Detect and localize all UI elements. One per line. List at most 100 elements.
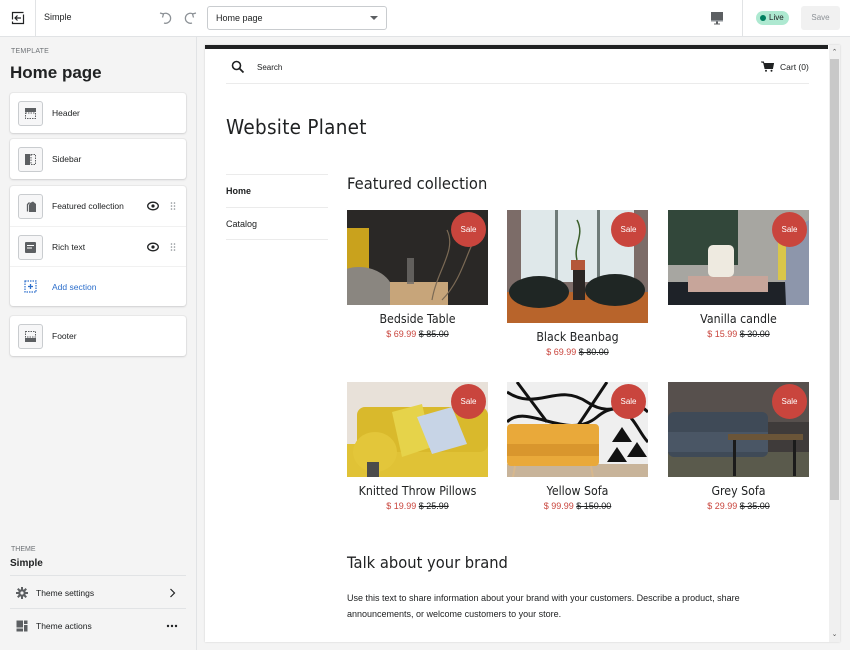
visibility-eye-icon[interactable] bbox=[147, 201, 159, 211]
product-name[interactable]: Vanilla candle bbox=[674, 312, 804, 326]
product-name[interactable]: Grey Sofa bbox=[674, 484, 804, 498]
product-image[interactable]: Sale bbox=[507, 382, 648, 477]
product-card[interactable]: Sale Vanilla candle $ 15.99 $ 30.00 bbox=[668, 210, 809, 339]
nav-link-catalog[interactable]: Catalog bbox=[226, 207, 328, 240]
live-status-label: Live bbox=[769, 13, 784, 22]
section-card-sidebar[interactable]: Sidebar bbox=[10, 139, 186, 179]
sale-price: $ 29.99 bbox=[707, 501, 738, 511]
preview-scrollbar[interactable]: ⌃ ⌄ bbox=[829, 45, 840, 642]
product-card[interactable]: Sale Knitted Throw Pillows $ 19.99 $ 25.… bbox=[347, 382, 488, 511]
sale-badge: Sale bbox=[451, 384, 486, 419]
header-icon bbox=[18, 101, 43, 126]
page-select-value: Home page bbox=[216, 13, 263, 23]
sections-panel: TEMPLATE Home page Header Sidebar Featur… bbox=[0, 37, 197, 650]
product-card[interactable]: Sale Bedside Table $ 69.99 $ 85.00 bbox=[347, 210, 488, 339]
product-prices: $ 15.99 $ 30.00 bbox=[668, 329, 809, 339]
drag-handle-icon[interactable] bbox=[170, 242, 176, 252]
text-block-icon bbox=[18, 235, 43, 260]
product-image[interactable]: Sale bbox=[668, 382, 809, 477]
cart-icon[interactable] bbox=[761, 61, 774, 72]
section-item-footer[interactable]: Footer bbox=[10, 316, 186, 356]
rich-text-body: Use this text to share information about… bbox=[347, 593, 740, 619]
product-prices: $ 99.99 $ 150.00 bbox=[507, 501, 648, 511]
exit-icon bbox=[11, 11, 24, 25]
undo-icon[interactable] bbox=[158, 10, 174, 26]
sale-badge: Sale bbox=[611, 212, 646, 247]
product-image[interactable]: Sale bbox=[507, 210, 648, 323]
add-section-icon bbox=[24, 280, 37, 293]
section-label: Footer bbox=[52, 331, 77, 341]
search-icon[interactable] bbox=[231, 60, 245, 74]
product-prices: $ 69.99 $ 85.00 bbox=[347, 329, 488, 339]
theme-name: Simple bbox=[44, 12, 72, 22]
product-card[interactable]: Sale Black Beanbag $ 69.99 $ 80.00 bbox=[507, 210, 648, 357]
theme-settings-button[interactable]: Theme settings bbox=[10, 577, 186, 609]
theme-name-heading: Simple bbox=[10, 558, 43, 569]
theme-label: THEME bbox=[11, 546, 36, 553]
section-card-header[interactable]: Header bbox=[10, 93, 186, 133]
sale-price: $ 99.99 bbox=[543, 501, 574, 511]
gear-icon bbox=[16, 587, 28, 599]
product-image[interactable]: Sale bbox=[347, 210, 488, 305]
product-prices: $ 69.99 $ 80.00 bbox=[507, 347, 648, 357]
theme-settings-label: Theme settings bbox=[36, 588, 95, 598]
save-button[interactable]: Save bbox=[801, 6, 840, 30]
compare-price: $ 150.00 bbox=[576, 501, 612, 511]
more-horizontal-icon[interactable] bbox=[166, 620, 178, 632]
template-label: TEMPLATE bbox=[11, 48, 50, 55]
header-divider bbox=[226, 83, 809, 84]
product-image[interactable]: Sale bbox=[347, 382, 488, 477]
product-name[interactable]: Knitted Throw Pillows bbox=[353, 484, 483, 498]
product-name[interactable]: Black Beanbag bbox=[513, 330, 643, 344]
section-label: Rich text bbox=[52, 241, 86, 252]
page-select[interactable]: Home page bbox=[207, 6, 387, 30]
visibility-eye-icon[interactable] bbox=[147, 242, 159, 252]
exit-button[interactable] bbox=[0, 0, 36, 36]
compare-price: $ 85.00 bbox=[418, 329, 449, 339]
compare-price: $ 35.00 bbox=[739, 501, 770, 511]
section-item-rich-text[interactable]: Rich text bbox=[10, 226, 186, 266]
desktop-preview-icon[interactable] bbox=[710, 11, 724, 25]
scroll-down-icon[interactable]: ⌄ bbox=[829, 630, 840, 640]
divider bbox=[10, 608, 186, 609]
section-item-header[interactable]: Header bbox=[10, 93, 186, 133]
theme-actions-label: Theme actions bbox=[36, 621, 92, 631]
tag-icon bbox=[18, 194, 43, 219]
product-name[interactable]: Bedside Table bbox=[353, 312, 483, 326]
product-card[interactable]: Sale Grey Sofa $ 29.99 $ 35.00 bbox=[668, 382, 809, 511]
cart-link[interactable]: Cart (0) bbox=[780, 62, 809, 72]
product-name[interactable]: Yellow Sofa bbox=[513, 484, 643, 498]
nav-link-home[interactable]: Home bbox=[226, 174, 328, 207]
featured-collection-title: Featured collection bbox=[347, 174, 488, 193]
store-logo-title[interactable]: Website Planet bbox=[226, 115, 367, 139]
footer-icon bbox=[18, 324, 43, 349]
theme-actions-button[interactable]: Theme actions bbox=[10, 610, 186, 642]
divider bbox=[10, 575, 186, 576]
product-card[interactable]: Sale Yellow Sofa $ 99.99 $ 150.00 bbox=[507, 382, 648, 511]
compare-price: $ 30.00 bbox=[739, 329, 770, 339]
sale-badge: Sale bbox=[451, 212, 486, 247]
section-item-featured-collection[interactable]: Featured collection bbox=[10, 186, 186, 226]
sale-badge: Sale bbox=[611, 384, 646, 419]
add-section-button[interactable]: Add section bbox=[10, 266, 186, 306]
section-card-content: Featured collection Rich text Add sectio… bbox=[10, 186, 186, 306]
product-image[interactable]: Sale bbox=[668, 210, 809, 305]
product-prices: $ 19.99 $ 25.99 bbox=[347, 501, 488, 511]
drag-handle-icon[interactable] bbox=[170, 201, 176, 211]
scroll-up-icon[interactable]: ⌃ bbox=[829, 48, 840, 58]
product-prices: $ 29.99 $ 35.00 bbox=[668, 501, 809, 511]
section-item-sidebar[interactable]: Sidebar bbox=[10, 139, 186, 179]
sale-price: $ 69.99 bbox=[546, 347, 577, 357]
sale-price: $ 15.99 bbox=[707, 329, 738, 339]
sale-price: $ 69.99 bbox=[386, 329, 417, 339]
add-section-label: Add section bbox=[52, 281, 97, 292]
store-search-link[interactable]: Search bbox=[257, 63, 282, 72]
compare-price: $ 80.00 bbox=[578, 347, 609, 357]
chevron-right-icon bbox=[170, 588, 176, 598]
scrollbar-thumb[interactable] bbox=[830, 59, 839, 500]
section-card-footer[interactable]: Footer bbox=[10, 316, 186, 356]
redo-icon[interactable] bbox=[182, 10, 198, 26]
compare-price: $ 25.99 bbox=[418, 501, 449, 511]
section-label: Sidebar bbox=[52, 154, 82, 164]
sale-price: $ 19.99 bbox=[386, 501, 417, 511]
